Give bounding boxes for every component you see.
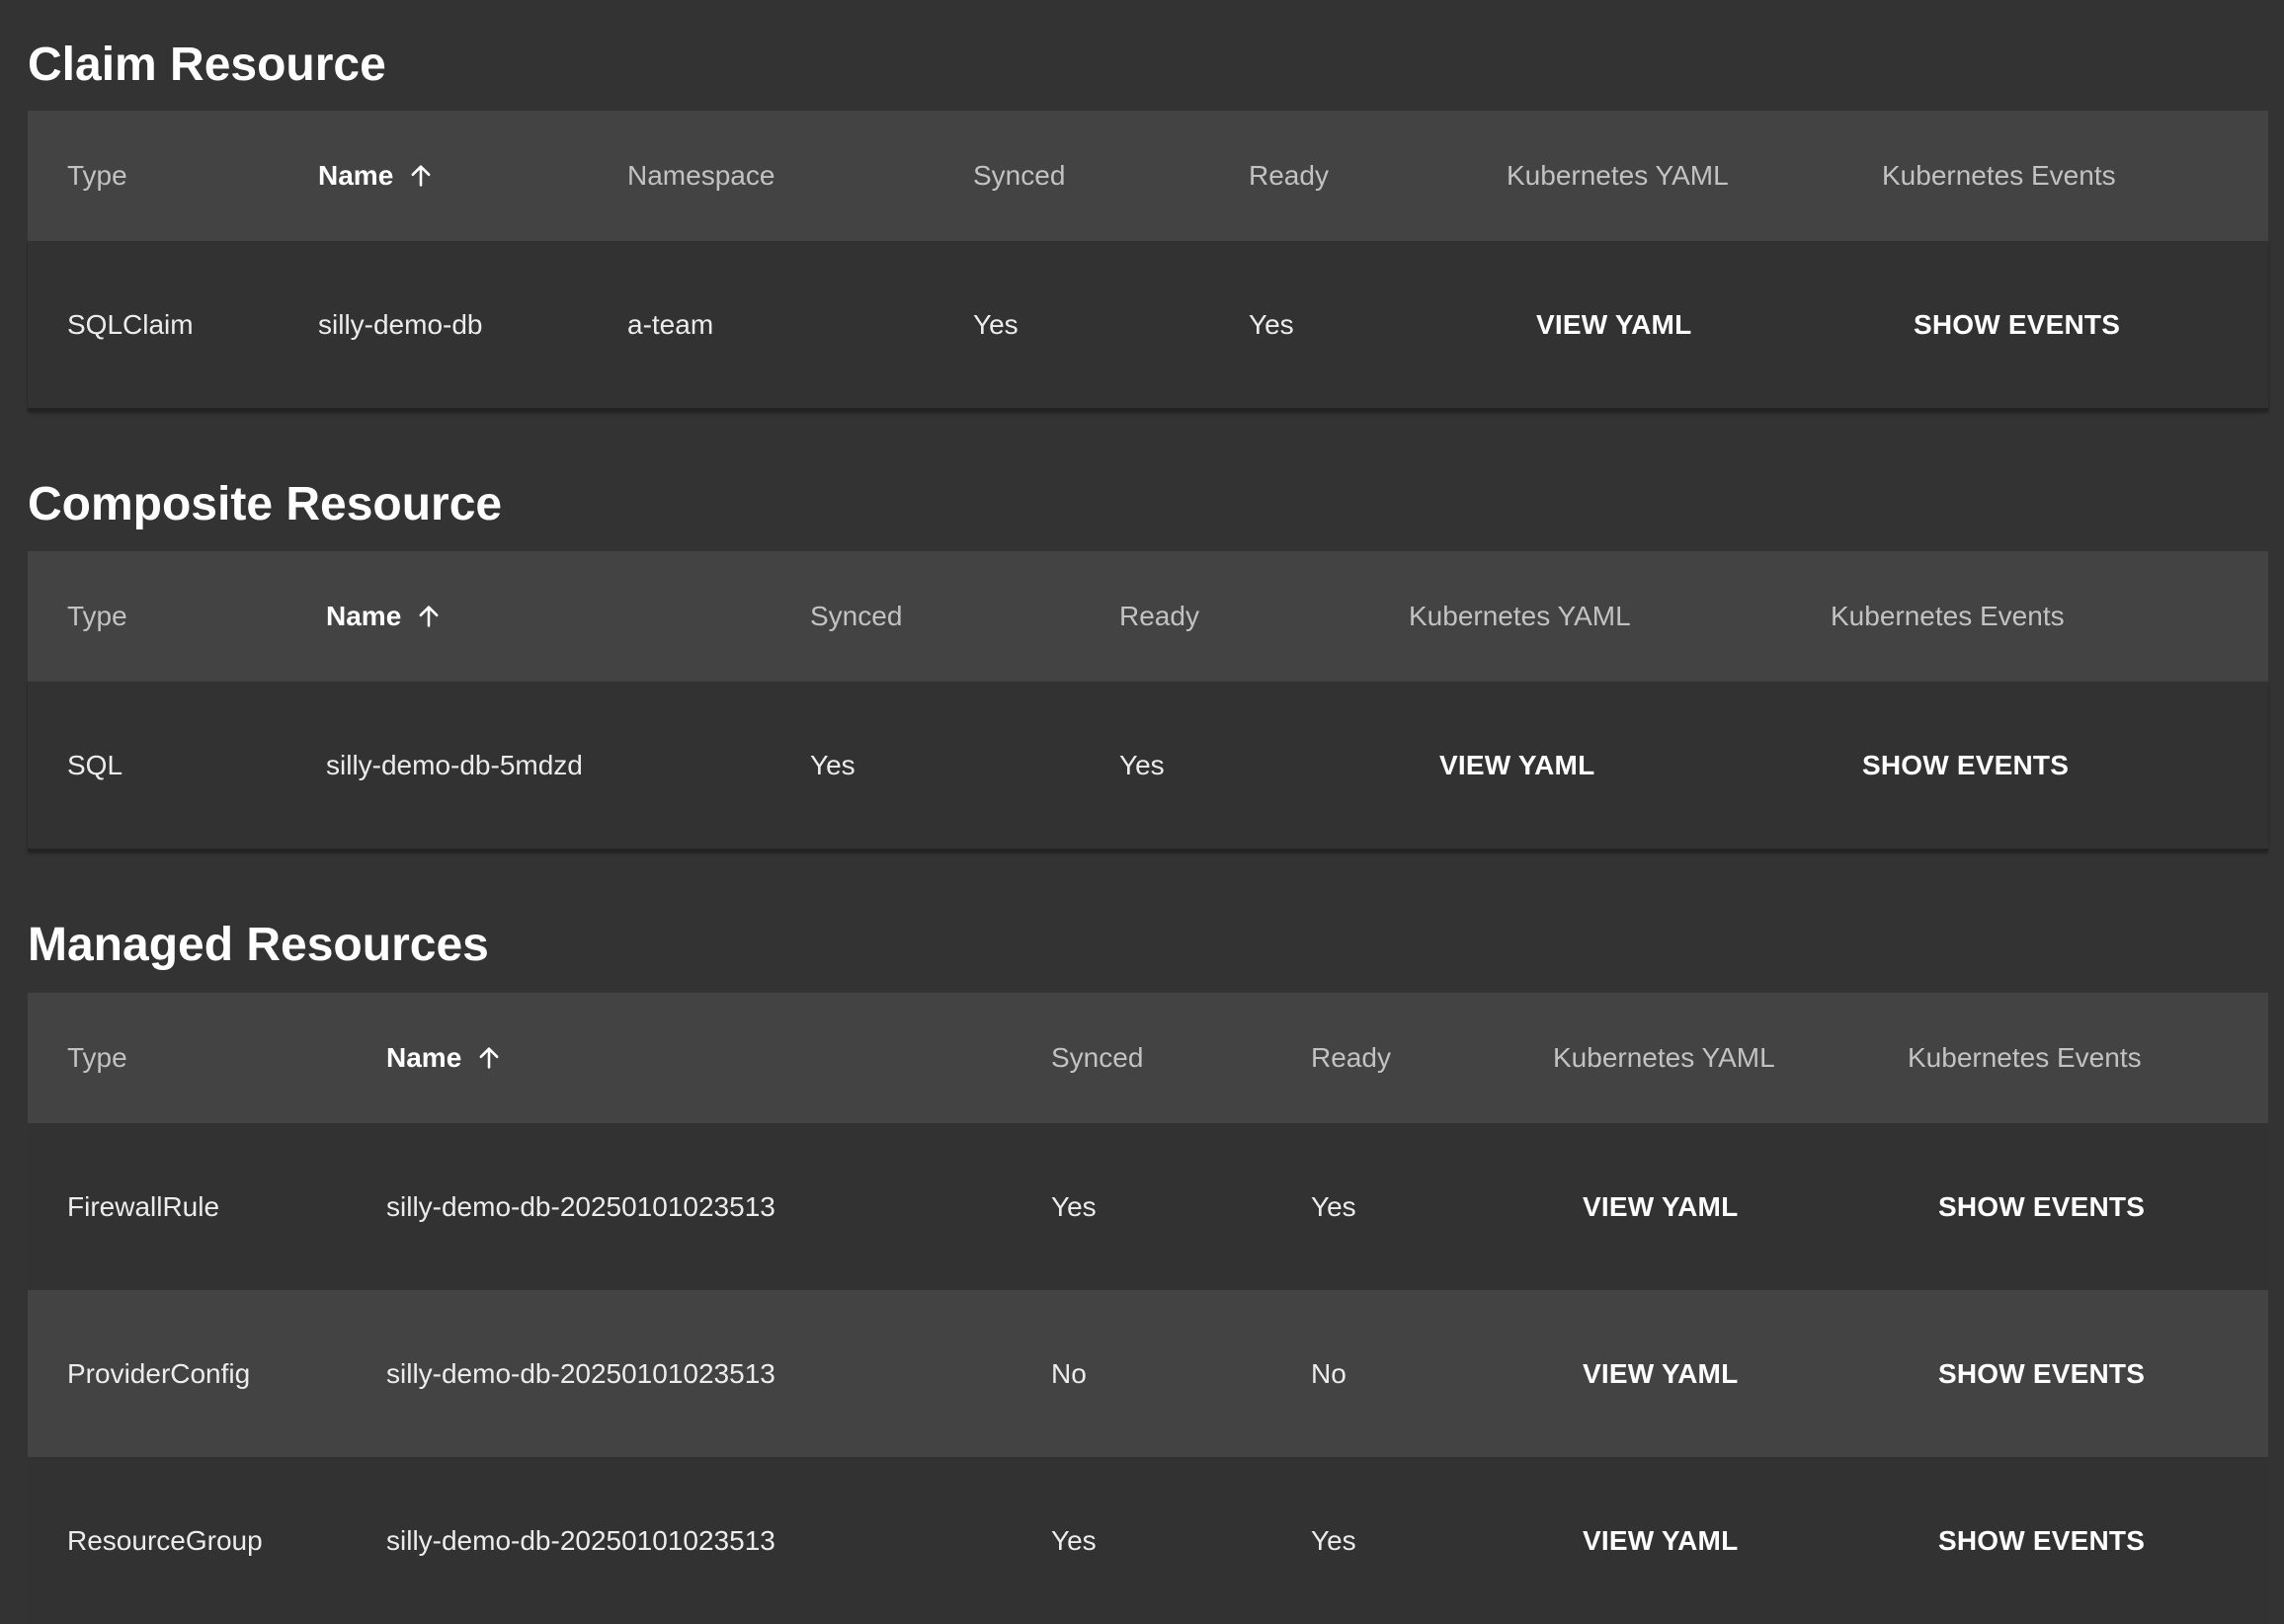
cell-name: silly-demo-db-20250101023513: [386, 1190, 775, 1222]
arrow-up-icon[interactable]: [415, 603, 443, 630]
cell-name: silly-demo-db-20250101023513: [386, 1357, 775, 1389]
view-yaml-button[interactable]: VIEW YAML: [1583, 1187, 1738, 1227]
cell-name: silly-demo-db-5mdzd: [326, 749, 583, 780]
table-header-row: Type Name Namespace Synced Ready Kuberne…: [28, 111, 2268, 241]
cell-synced: Yes: [973, 308, 1019, 340]
cell-ready: Yes: [1311, 1524, 1356, 1556]
column-header-name-label: Name: [326, 601, 402, 631]
table-row: ResourceGroup silly-demo-db-202501010235…: [28, 1457, 2268, 1624]
column-header-synced[interactable]: Synced: [973, 162, 1065, 190]
column-header-name-label: Name: [386, 1042, 462, 1073]
table-row: SQL silly-demo-db-5mdzd Yes Yes VIEW YAM…: [28, 682, 2268, 852]
table-row: SQLClaim silly-demo-db a-team Yes Yes VI…: [28, 241, 2268, 411]
column-header-kubernetes-events: Kubernetes Events: [1908, 1042, 2142, 1073]
column-header-name[interactable]: Name: [318, 162, 435, 190]
column-header-ready[interactable]: Ready: [1311, 1044, 1391, 1072]
show-events-button[interactable]: SHOW EVENTS: [1862, 746, 2069, 785]
cell-ready: Yes: [1119, 749, 1165, 780]
table-row: ProviderConfig silly-demo-db-20250101023…: [28, 1290, 2268, 1457]
column-header-synced[interactable]: Synced: [810, 603, 902, 630]
column-header-type[interactable]: Type: [67, 603, 127, 630]
column-header-ready[interactable]: Ready: [1249, 162, 1329, 190]
cell-synced: No: [1051, 1357, 1087, 1389]
show-events-button[interactable]: SHOW EVENTS: [1914, 305, 2120, 345]
show-events-button[interactable]: SHOW EVENTS: [1938, 1187, 2145, 1227]
cell-ready: Yes: [1311, 1190, 1356, 1222]
column-header-name[interactable]: Name: [386, 1044, 503, 1072]
managed-resources-table: Type Name Synced Ready Kubernetes YAML K…: [28, 993, 2268, 1624]
column-header-type[interactable]: Type: [67, 162, 127, 190]
column-header-kubernetes-yaml: Kubernetes YAML: [1507, 160, 1729, 191]
claim-resource-table: Type Name Namespace Synced Ready Kuberne…: [28, 111, 2268, 411]
column-header-name-label: Name: [318, 160, 394, 191]
composite-resource-title: Composite Resource: [28, 478, 503, 530]
column-header-kubernetes-events: Kubernetes Events: [1831, 601, 2065, 631]
column-header-name[interactable]: Name: [326, 603, 443, 630]
cell-ready: No: [1311, 1357, 1346, 1389]
table-header-row: Type Name Synced Ready Kubernetes YAML K…: [28, 551, 2268, 682]
show-events-button[interactable]: SHOW EVENTS: [1938, 1354, 2145, 1394]
column-header-synced[interactable]: Synced: [1051, 1044, 1143, 1072]
managed-resources-title: Managed Resources: [28, 919, 489, 971]
column-header-kubernetes-events: Kubernetes Events: [1882, 160, 2116, 191]
cell-namespace: a-team: [627, 308, 714, 340]
column-header-kubernetes-yaml: Kubernetes YAML: [1409, 601, 1631, 631]
table-row: FirewallRule silly-demo-db-2025010102351…: [28, 1123, 2268, 1290]
column-header-ready[interactable]: Ready: [1119, 603, 1199, 630]
view-yaml-button[interactable]: VIEW YAML: [1439, 746, 1594, 785]
view-yaml-button[interactable]: VIEW YAML: [1536, 305, 1691, 345]
cell-type: ProviderConfig: [67, 1357, 251, 1389]
cell-type: FirewallRule: [67, 1190, 220, 1222]
column-header-type[interactable]: Type: [67, 1044, 127, 1072]
composite-resource-table: Type Name Synced Ready Kubernetes YAML K…: [28, 551, 2268, 852]
view-yaml-button[interactable]: VIEW YAML: [1583, 1521, 1738, 1561]
cell-type: SQLClaim: [67, 308, 194, 340]
column-header-kubernetes-yaml: Kubernetes YAML: [1553, 1042, 1775, 1073]
cell-type: SQL: [67, 749, 123, 780]
claim-resource-title: Claim Resource: [28, 39, 386, 91]
cell-type: ResourceGroup: [67, 1524, 263, 1556]
column-header-namespace[interactable]: Namespace: [627, 162, 775, 190]
cell-name: silly-demo-db-20250101023513: [386, 1524, 775, 1556]
cell-synced: Yes: [1051, 1524, 1097, 1556]
arrow-up-icon[interactable]: [407, 162, 435, 190]
table-header-row: Type Name Synced Ready Kubernetes YAML K…: [28, 993, 2268, 1123]
cell-synced: Yes: [810, 749, 856, 780]
view-yaml-button[interactable]: VIEW YAML: [1583, 1354, 1738, 1394]
cell-synced: Yes: [1051, 1190, 1097, 1222]
cell-name: silly-demo-db: [318, 308, 483, 340]
arrow-up-icon[interactable]: [475, 1044, 503, 1072]
cell-ready: Yes: [1249, 308, 1294, 340]
show-events-button[interactable]: SHOW EVENTS: [1938, 1521, 2145, 1561]
